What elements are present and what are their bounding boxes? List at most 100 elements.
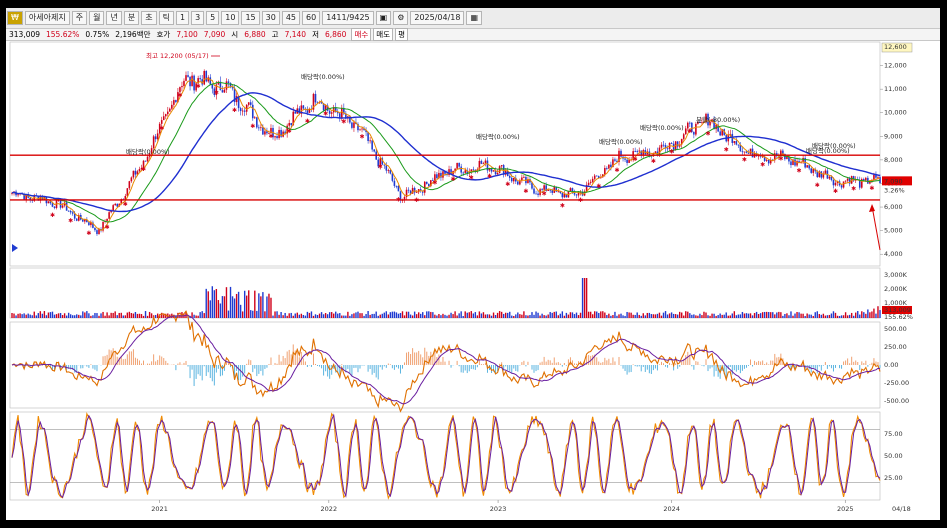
signal-marker: ✱ [305,118,310,125]
volume-bar [367,311,369,318]
volume-bar [78,314,80,318]
year-label: 2021 [151,505,168,513]
volume-bar [695,315,697,318]
volume-bar [456,315,458,318]
volume-bar [146,315,149,318]
volume-bar [47,312,50,318]
price-candle [225,81,228,90]
price-candle [865,177,867,181]
price-candle [154,136,157,140]
volume-bar [553,311,555,318]
volume-bar [387,314,390,318]
signal-marker: ✱ [105,224,110,231]
price-candle [359,129,361,131]
volume-bar [737,314,740,318]
price-candle [69,211,72,213]
osc-tick-label: -250.00 [884,379,909,387]
osc-signal-line [11,314,881,405]
volume-bar [681,312,683,318]
volume-bar [658,312,661,318]
price-candle [387,169,390,171]
volume-bar [515,314,517,318]
price-candle [634,151,636,152]
volume-bar [116,315,118,318]
volume-bar [683,315,685,318]
volume-bar [604,312,606,318]
volume-bar [428,311,430,318]
price-candle [221,90,224,93]
panel-frame-1 [9,267,881,319]
volume-bar [701,315,703,318]
volume-bar [776,312,778,318]
volume-bar [215,288,218,318]
volume-bar [559,313,562,318]
top-price-label: 12,600 [884,43,907,51]
volume-bar [86,311,88,318]
price-candle [820,171,823,178]
volume-bar [826,315,829,318]
volume-bar [689,313,691,318]
volume-bar [521,314,523,318]
volume-bar [519,314,521,318]
price-candle [183,80,185,87]
volume-bar [598,312,600,318]
stoch-tick-label: 50.00 [884,452,903,460]
signal-marker: ✱ [378,163,383,170]
volume-bar [106,312,108,318]
volume-bar [721,314,723,318]
volume-bar [581,278,584,318]
volume-bar [67,312,70,318]
volume-bar [432,312,434,318]
volume-bar [478,311,481,318]
volume-bar [879,310,881,318]
volume-bar [371,313,373,318]
price-candle [832,180,835,186]
volume-bar [411,315,414,318]
volume-bar [525,315,527,318]
signal-marker: ✱ [469,174,474,181]
volume-bar [355,312,357,318]
volume-bar [713,313,715,318]
volume-bar [589,311,592,318]
volume-bar [672,313,675,318]
price-candle [537,193,539,195]
volume-bar [636,312,638,318]
signal-marker: ✱ [451,176,456,183]
callout-arrow-head [869,204,875,212]
volume-bar [796,311,798,318]
volume-bar [389,312,392,318]
volume-bar [852,315,855,318]
price-candle [765,159,768,161]
volume-bar [324,313,327,318]
volume-bar [252,310,254,318]
volume-bar [213,290,216,318]
volume-bar [551,312,553,318]
volume-bar [697,315,699,318]
volume-bar [715,315,717,318]
price-candle [569,188,572,192]
signal-marker: ✱ [214,89,219,96]
volume-bar [867,309,869,318]
price-candle [17,194,19,196]
dividend-label: 배당락(0.00%) [476,132,520,141]
price-candle [812,168,815,173]
dividend-label: 배당락(0.00%) [599,137,643,146]
volume-bar [458,313,460,318]
volume-bar [23,313,25,318]
volume-bar [792,315,794,318]
price-candle [173,100,175,105]
year-label: 2025 [837,505,854,513]
volume-bar [413,311,416,318]
price-candle [662,144,665,146]
volume-bar [549,312,551,318]
volume-bar [644,315,646,318]
volume-bar [353,313,355,318]
volume-bar [757,314,760,318]
volume-bar [92,315,94,318]
signal-marker: ✱ [614,167,619,174]
price-candle [276,136,278,139]
volume-bar [438,313,440,318]
price-candle [383,164,386,166]
price-candle [338,113,341,118]
price-candle [191,75,193,87]
